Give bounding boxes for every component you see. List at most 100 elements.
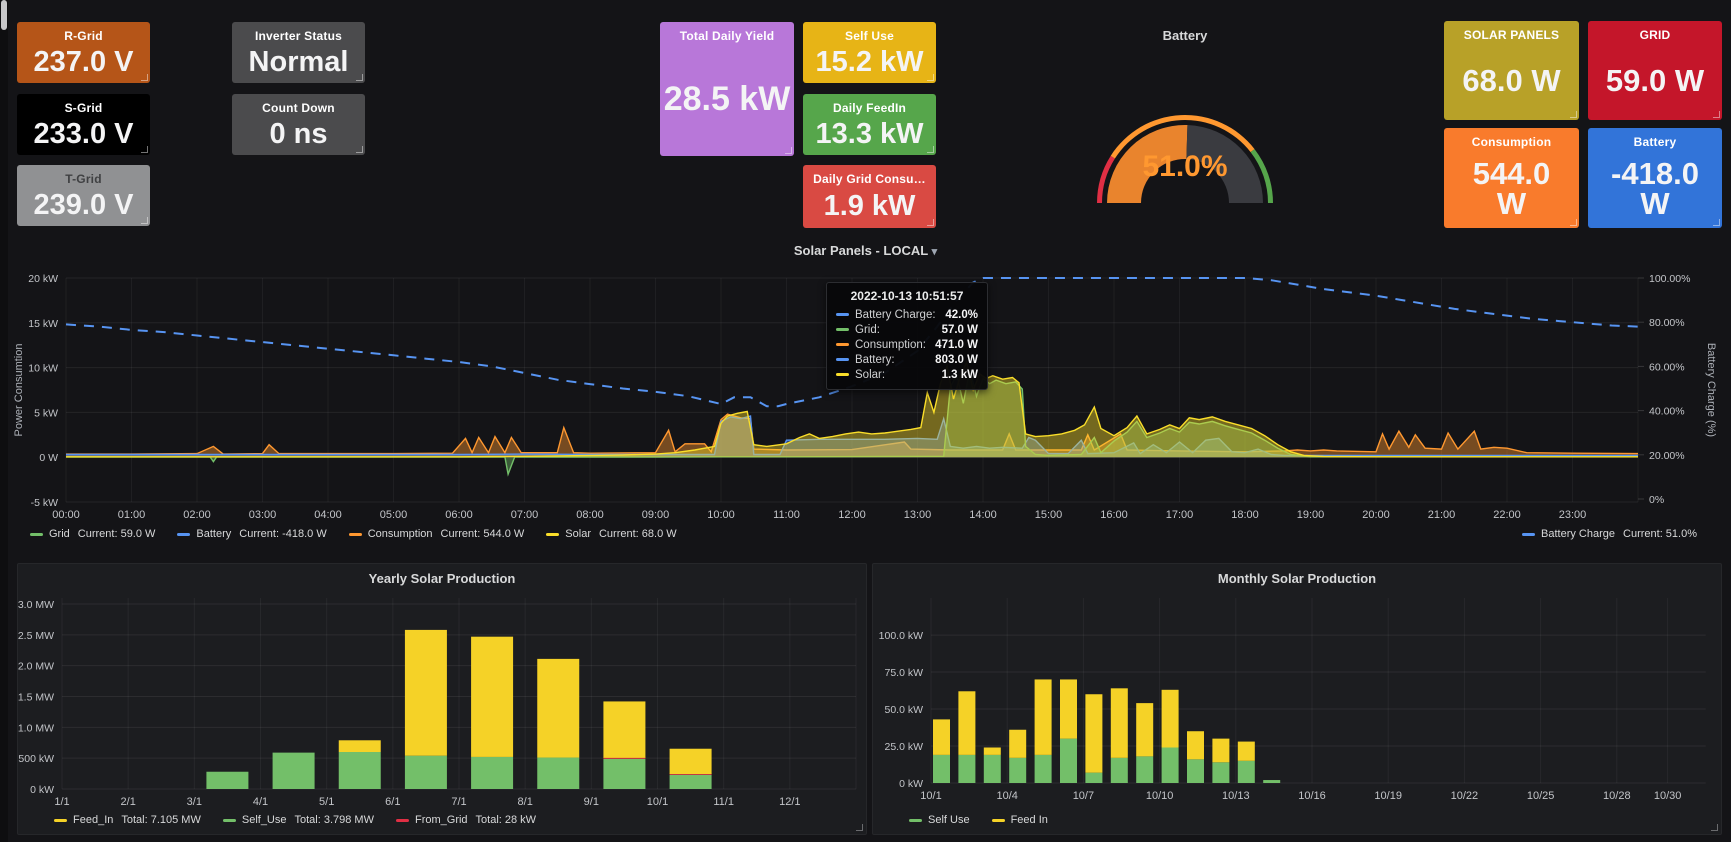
stat-battery-value: -418.0 W xyxy=(1605,149,1705,228)
series-dash-icon xyxy=(909,819,922,822)
tooltip-row: Grid: 57.0 W xyxy=(836,322,978,337)
legend-item-solar[interactable]: Solar Current: 68.0 W xyxy=(546,528,676,540)
stat-s-grid-label: S-Grid xyxy=(65,101,103,115)
svg-text:5/1: 5/1 xyxy=(319,796,334,808)
battery-gauge-panel: Battery 51.0% xyxy=(1035,22,1335,228)
bar-Feed In xyxy=(1009,730,1026,758)
stat-consumption-value-text: 544.0 W xyxy=(1462,159,1562,218)
bar-Feed In xyxy=(1035,679,1052,754)
bar-Feed In xyxy=(1162,690,1179,748)
legend-series-name: Battery Charge xyxy=(1541,528,1615,540)
svg-text:04:00: 04:00 xyxy=(314,509,342,521)
svg-text:0%: 0% xyxy=(1649,494,1664,506)
tooltip-value: 803.0 W xyxy=(935,354,978,366)
bar-Self_Use xyxy=(471,757,513,789)
svg-text:500 kW: 500 kW xyxy=(18,753,54,765)
svg-text:10/10: 10/10 xyxy=(1146,790,1174,802)
series-dash-icon xyxy=(223,819,236,822)
series-dash-icon xyxy=(349,533,362,536)
stat-daily-feedin: Daily FeedIn 13.3 kW xyxy=(803,94,936,155)
stat-daily-grid-consumption-value: 1.9 kW xyxy=(824,186,916,228)
svg-text:80.00%: 80.00% xyxy=(1649,317,1685,329)
svg-text:09:00: 09:00 xyxy=(642,509,670,521)
svg-text:100.0 kW: 100.0 kW xyxy=(879,630,923,642)
bar-Feed_In xyxy=(405,630,447,756)
stat-battery-label: Battery xyxy=(1634,135,1677,149)
svg-text:1.5 MW: 1.5 MW xyxy=(18,692,54,704)
svg-text:75.0 kW: 75.0 kW xyxy=(884,667,923,679)
svg-text:6/1: 6/1 xyxy=(385,796,400,808)
svg-text:05:00: 05:00 xyxy=(380,509,408,521)
stat-solar-panels: SOLAR PANELS 68.0 W xyxy=(1444,21,1579,120)
svg-text:20:00: 20:00 xyxy=(1362,509,1390,521)
svg-text:08:00: 08:00 xyxy=(576,509,604,521)
stat-count-down-value: 0 ns xyxy=(269,115,327,155)
svg-text:15 kW: 15 kW xyxy=(28,318,58,330)
legend-item-grid[interactable]: Grid Current: 59.0 W xyxy=(30,528,155,540)
timeseries-panel-title[interactable]: Solar Panels - LOCAL ▾ xyxy=(8,243,1723,258)
svg-text:06:00: 06:00 xyxy=(445,509,473,521)
legend-item-consumption[interactable]: Consumption Current: 544.0 W xyxy=(349,528,525,540)
tooltip-value: 1.3 kW xyxy=(942,369,978,381)
bar-Self_Use xyxy=(405,756,447,789)
bar-Feed In xyxy=(933,719,950,755)
legend-item-self-use[interactable]: Self_Use Total: 3.798 MW xyxy=(223,814,374,826)
tooltip-label: Consumption: xyxy=(855,339,926,351)
bar-Self Use xyxy=(1009,758,1026,783)
svg-text:10/25: 10/25 xyxy=(1527,790,1555,802)
svg-text:100.00%: 100.00% xyxy=(1649,273,1690,285)
stat-total-daily-yield: Total Daily Yield 28.5 kW xyxy=(660,22,794,156)
legend-series-name: Feed_In xyxy=(73,814,113,826)
series-dash-icon xyxy=(54,819,67,822)
svg-text:9/1: 9/1 xyxy=(584,796,599,808)
bar-Feed In xyxy=(1111,688,1128,758)
legend-series-name: Self_Use xyxy=(242,814,287,826)
svg-text:22:00: 22:00 xyxy=(1493,509,1521,521)
tooltip-value: 42.0% xyxy=(945,309,978,321)
svg-text:3/1: 3/1 xyxy=(187,796,202,808)
legend-item-feed-in[interactable]: Feed_In Total: 7.105 MW xyxy=(54,814,201,826)
tooltip-row: Battery: 803.0 W xyxy=(836,352,978,367)
tooltip-label: Solar: xyxy=(855,369,885,381)
svg-text:01:00: 01:00 xyxy=(118,509,146,521)
timeseries-legend-right: Battery Charge Current: 51.0% xyxy=(1522,528,1697,540)
svg-text:14:00: 14:00 xyxy=(969,509,997,521)
legend-series-metric: Current: -418.0 W xyxy=(239,528,326,540)
legend-item-self-use[interactable]: Self Use xyxy=(909,814,970,826)
legend-series-metric: Current: 51.0% xyxy=(1623,528,1697,540)
bar-Feed In xyxy=(1136,703,1153,756)
series-dash-icon xyxy=(836,328,849,331)
stat-s-grid-value: 233.0 V xyxy=(34,115,134,155)
tooltip-row: Battery Charge: 42.0% xyxy=(836,307,978,322)
stat-count-down: Count Down 0 ns xyxy=(232,94,365,155)
svg-text:15:00: 15:00 xyxy=(1035,509,1063,521)
yearly-solar-chart[interactable]: 3.0 MW2.5 MW2.0 MW1.5 MW1.0 MW500 kW0 kW… xyxy=(18,592,866,812)
monthly-solar-chart[interactable]: 10/110/410/710/1010/1310/1610/1910/2210/… xyxy=(873,592,1721,812)
scrollbar-thumb[interactable] xyxy=(1,0,7,30)
legend-item-battery-charge[interactable]: Battery Charge Current: 51.0% xyxy=(1522,528,1697,540)
svg-text:2/1: 2/1 xyxy=(121,796,136,808)
bar-Self_Use xyxy=(339,752,381,789)
tooltip-value: 57.0 W xyxy=(942,324,978,336)
stat-daily-feedin-label: Daily FeedIn xyxy=(833,101,906,115)
svg-text:2.0 MW: 2.0 MW xyxy=(18,661,54,673)
battery-gauge-value: 51.0% xyxy=(1035,150,1335,184)
stat-t-grid-value: 239.0 V xyxy=(34,186,134,226)
svg-text:00:00: 00:00 xyxy=(52,509,80,521)
legend-item-from-grid[interactable]: From_Grid Total: 28 kW xyxy=(396,814,536,826)
timeseries-panel-title-text: Solar Panels - LOCAL xyxy=(794,243,928,258)
stat-self-use: Self Use 15.2 kW xyxy=(803,22,936,83)
legend-item-battery[interactable]: Battery Current: -418.0 W xyxy=(177,528,326,540)
svg-text:10 kW: 10 kW xyxy=(28,363,58,375)
svg-text:10/30: 10/30 xyxy=(1654,790,1682,802)
svg-text:8/1: 8/1 xyxy=(518,796,533,808)
tooltip-label: Grid: xyxy=(855,324,880,336)
svg-text:-5 kW: -5 kW xyxy=(31,497,59,509)
legend-item-feed-in[interactable]: Feed In xyxy=(992,814,1048,826)
svg-text:0 W: 0 W xyxy=(39,452,58,464)
svg-text:12/1: 12/1 xyxy=(779,796,800,808)
stat-r-grid-label: R-Grid xyxy=(64,29,103,43)
battery-gauge-title: Battery xyxy=(1035,28,1335,43)
stat-t-grid-label: T-Grid xyxy=(65,172,102,186)
bar-Self Use xyxy=(1212,762,1229,783)
